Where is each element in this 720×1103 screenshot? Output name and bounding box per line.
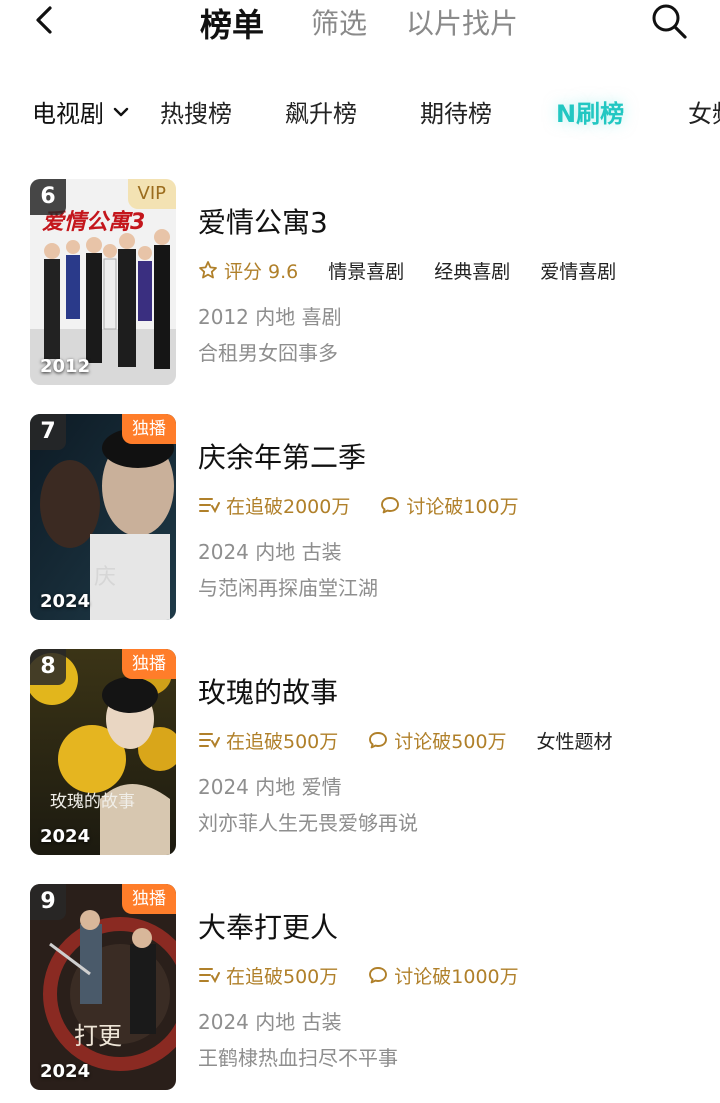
genre-tag: 情景喜剧: [328, 260, 405, 283]
genre-tag: 经典喜剧: [434, 260, 511, 283]
exclusive-badge: 独播: [122, 414, 176, 444]
show-title[interactable]: 庆余年第二季: [198, 436, 366, 476]
meta-row: 在追破500万 讨论破500万 女性题材: [198, 725, 643, 755]
list-item[interactable]: 爱情公寓3 6 VIP 2012 爱情公寓3 评分 9.6 情景喜剧 经典喜剧 …: [0, 179, 720, 389]
tab-ranking[interactable]: 榜单: [200, 0, 264, 46]
category-dropdown[interactable]: 电视剧: [32, 94, 130, 129]
chat-bubble-icon: [381, 497, 400, 514]
rank-number: 7: [30, 414, 66, 450]
show-info: 2024 内地 古装: [198, 1010, 342, 1034]
rank-number: 8: [30, 649, 66, 685]
list-follow-icon: [199, 968, 220, 984]
poster-year: 2012: [40, 356, 91, 377]
back-button[interactable]: [28, 2, 64, 38]
rating-label: 评分 9.6: [224, 260, 299, 283]
exclusive-badge: 独播: [122, 649, 176, 679]
discussion-label: 讨论破1000万: [394, 965, 519, 988]
vip-badge: VIP: [127, 179, 176, 209]
tab-anticipated[interactable]: 期待榜: [420, 94, 492, 129]
follow-label: 在追破500万: [226, 965, 339, 988]
ranking-page: 榜单 筛选 以片找片 电视剧 热搜榜 飙升榜 期待榜 N刷榜 女频: [0, 0, 720, 1103]
discussion-count: 讨论破1000万: [368, 962, 519, 989]
list-item[interactable]: 庆 7 独播 2024 庆余年第二季 在追破2000万 讨论破100万 2024…: [0, 414, 720, 624]
meta-row: 在追破500万 讨论破1000万: [198, 960, 549, 990]
list-follow-icon: [199, 733, 220, 749]
follow-count: 在追破500万: [198, 727, 338, 754]
discussion-label: 讨论破500万: [394, 730, 507, 753]
show-title[interactable]: 玫瑰的故事: [198, 671, 338, 711]
chevron-down-icon: [113, 107, 129, 116]
list-item[interactable]: 玫瑰的故事 8 独播 2024 玫瑰的故事 在追破500万 讨论破500万 女性…: [0, 649, 720, 859]
tab-female[interactable]: 女频: [688, 94, 720, 129]
list-item[interactable]: 打更 9 独播 2024 大奉打更人 在追破500万 讨论破1000万 2024…: [0, 884, 720, 1094]
top-header: 榜单 筛选 以片找片: [0, 0, 720, 50]
discussion-count: 讨论破500万: [368, 727, 507, 754]
follow-label: 在追破500万: [226, 730, 339, 753]
svg-text:玫瑰的故事: 玫瑰的故事: [50, 792, 135, 812]
chevron-left-icon: [36, 6, 52, 34]
poster-image[interactable]: 打更 9 独播 2024: [30, 884, 176, 1090]
show-info: 2012 内地 喜剧: [198, 305, 342, 329]
svg-text:打更: 打更: [74, 1022, 122, 1050]
search-button[interactable]: [648, 0, 690, 42]
follow-count: 在追破500万: [198, 962, 338, 989]
tab-rewatch[interactable]: N刷榜: [556, 94, 624, 129]
meta-row: 评分 9.6 情景喜剧 经典喜剧 爱情喜剧: [198, 255, 646, 285]
poster-year: 2024: [40, 826, 91, 847]
discussion-label: 讨论破100万: [406, 495, 519, 518]
follow-count: 在追破2000万: [198, 492, 350, 519]
genre-tag: 爱情喜剧: [540, 260, 617, 283]
poster-image[interactable]: 庆 7 独播 2024: [30, 414, 176, 620]
tab-find-by-film[interactable]: 以片找片: [406, 2, 518, 42]
show-info: 2024 内地 爱情: [198, 775, 342, 799]
rating: 评分 9.6: [198, 257, 298, 284]
show-title[interactable]: 大奉打更人: [198, 906, 338, 946]
chat-bubble-icon: [369, 967, 388, 984]
genre-tag: 女性题材: [536, 730, 613, 753]
show-description: 与范闲再探庙堂江湖: [198, 576, 378, 600]
show-info: 2024 内地 古装: [198, 540, 342, 564]
show-description: 刘亦菲人生无畏爱够再说: [198, 811, 418, 835]
rank-number: 9: [30, 884, 66, 920]
search-icon: [652, 4, 687, 39]
poster-image[interactable]: 爱情公寓3 6 VIP 2012: [30, 179, 176, 385]
exclusive-badge: 独播: [122, 884, 176, 914]
discussion-count: 讨论破100万: [380, 492, 519, 519]
poster-year: 2024: [40, 1061, 91, 1082]
chat-bubble-icon: [369, 732, 388, 749]
list-follow-icon: [199, 498, 220, 514]
follow-label: 在追破2000万: [226, 495, 351, 518]
category-row: 电视剧 热搜榜 飙升榜 期待榜 N刷榜 女频: [0, 88, 720, 134]
tab-hot-search[interactable]: 热搜榜: [160, 94, 232, 129]
poster-year: 2024: [40, 591, 91, 612]
show-description: 合租男女囧事多: [198, 341, 338, 365]
show-title[interactable]: 爱情公寓3: [198, 201, 328, 241]
poster-image[interactable]: 玫瑰的故事 8 独播 2024: [30, 649, 176, 855]
meta-row: 在追破2000万 讨论破100万: [198, 490, 549, 520]
tab-filter[interactable]: 筛选: [311, 2, 367, 42]
category-dropdown-label: 电视剧: [32, 100, 104, 128]
svg-text:庆: 庆: [94, 565, 116, 590]
show-description: 王鹤棣热血扫尽不平事: [198, 1046, 398, 1070]
tab-rising[interactable]: 飙升榜: [285, 94, 357, 129]
rank-number: 6: [30, 179, 66, 215]
star-outline-icon: [199, 261, 217, 279]
